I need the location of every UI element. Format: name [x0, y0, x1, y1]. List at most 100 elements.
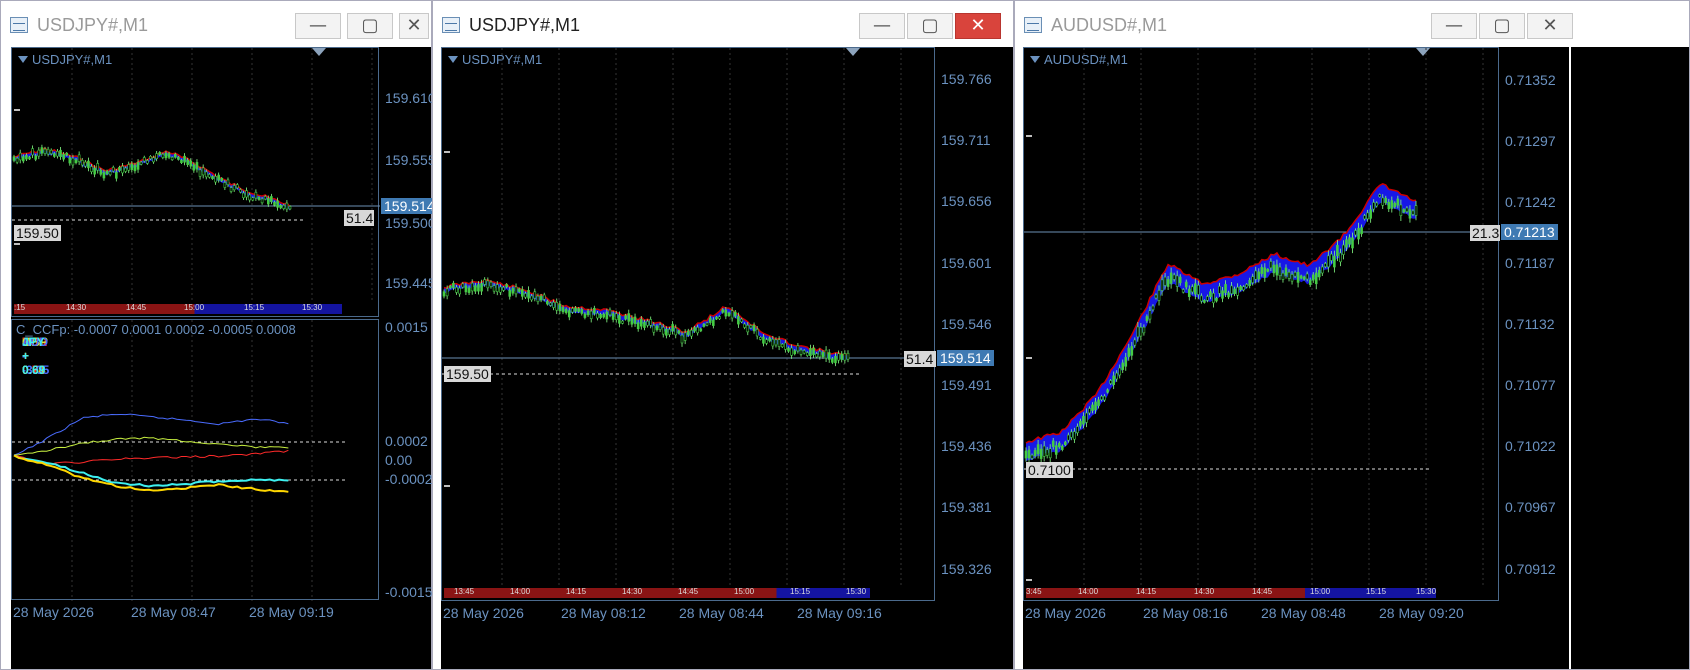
- price-axis-label: 159.436: [941, 438, 992, 454]
- chart-window-usdjpy-center[interactable]: USDJPY#,M1 — ▢ ✕ USDJPY#,M1 159.50 51.4 …: [432, 0, 1014, 670]
- session-strip: 3:45 14:00 14:15 14:30 14:45 15:00 15:15…: [1026, 587, 1437, 598]
- strip-time: 15:30: [846, 587, 867, 596]
- chart-window-usdjpy-left[interactable]: USDJPY#,M1 — ▢ ✕ USDJPY#,M1 159.50 51.4 …: [0, 0, 438, 670]
- chart-window-icon: [442, 17, 460, 33]
- price-axis-label: 159.555: [385, 152, 436, 168]
- price-panel[interactable]: USDJPY#,M1 159.50 51.4 13:45 14:00 14:15…: [441, 47, 936, 601]
- price-chart-svg: [12, 48, 380, 302]
- chart-window-icon: [1024, 17, 1042, 33]
- close-button[interactable]: ✕: [955, 13, 1001, 39]
- price-axis-label: 0.71297: [1505, 133, 1556, 149]
- indicator-panel[interactable]: C_CCFp: -0.0007 0.0001 0.0002 -0.0005 0.…: [11, 319, 379, 601]
- strip-time: 15:00: [1310, 587, 1331, 596]
- indicator-scale-label: -0.0015: [385, 584, 433, 600]
- strip-time: 15:15: [790, 587, 811, 596]
- session-strip: 13:45 14:00 14:15 14:30 14:45 15:00 15:1…: [444, 587, 870, 598]
- close-button[interactable]: ✕: [399, 13, 429, 39]
- strip-time: 14:30: [622, 587, 643, 596]
- maximize-button[interactable]: ▢: [907, 13, 953, 39]
- time-axis-label: 28 May 09:16: [797, 605, 882, 621]
- price-axis-label: 0.71187: [1505, 255, 1555, 271]
- price-axis-label: 159.491: [941, 377, 992, 393]
- chart-window-audusd[interactable]: AUDUSD#,M1 — ▢ ✕ AUDUSD#,M1 0.7100 21.3 …: [1014, 0, 1690, 670]
- price-axis-label: 159.500: [385, 215, 436, 231]
- time-axis-label: 28 May 09:19: [249, 604, 334, 620]
- indicator-value-label: 51.4: [344, 210, 374, 226]
- price-axis-label: 0.71022: [1505, 438, 1556, 454]
- indicator-scale-label: -0.0002: [385, 471, 433, 487]
- maximize-button[interactable]: ▢: [347, 13, 393, 39]
- time-axis-label: 28 May 2026: [443, 605, 524, 621]
- session-strip: :15 14:30 14:45 15:00 15:15 15:30: [14, 303, 342, 314]
- indicator-value-label: 21.3: [1470, 225, 1500, 241]
- strip-time: 3:45: [1026, 587, 1042, 596]
- strip-time: 15:00: [184, 303, 205, 312]
- chart-area[interactable]: USDJPY#,M1 159.50 51.4 13:45 14:00 14:15…: [441, 47, 1013, 669]
- current-price-label: 159.514: [937, 350, 994, 366]
- strip-time: 15:30: [302, 303, 323, 312]
- strip-time: 15:15: [1366, 587, 1387, 596]
- price-axis-label: 0.71077: [1505, 377, 1556, 393]
- price-axis-label: 0.70912: [1505, 561, 1556, 577]
- strip-time: 15:30: [1416, 587, 1437, 596]
- minimize-button[interactable]: —: [295, 13, 341, 39]
- price-axis-label: 159.546: [941, 316, 992, 332]
- strip-time: 15:00: [734, 587, 755, 596]
- strip-time: 14:00: [510, 587, 531, 596]
- price-axis-label: 159.381: [941, 499, 992, 515]
- indicator-chart-svg: [12, 320, 348, 601]
- price-axis-label: 159.610: [385, 90, 436, 106]
- maximize-button[interactable]: ▢: [1479, 13, 1525, 39]
- price-axis-label: 159.656: [941, 193, 992, 209]
- strip-time: 14:15: [1136, 587, 1157, 596]
- time-axis-label: 28 May 08:12: [561, 605, 646, 621]
- price-panel[interactable]: AUDUSD#,M1 0.7100 21.3 3:45 14:00 14:15 …: [1023, 47, 1500, 601]
- price-chart-svg: [442, 48, 936, 586]
- window-title: AUDUSD#,M1: [1051, 15, 1168, 35]
- price-axis-label: 159.326: [941, 561, 992, 577]
- price-panel[interactable]: USDJPY#,M1 159.50 51.4 :15 14:30 14:45 1…: [11, 47, 380, 317]
- minimize-button[interactable]: —: [1431, 13, 1477, 39]
- strip-time: 15:15: [244, 303, 265, 312]
- time-axis-label: 28 May 08:44: [679, 605, 764, 621]
- strip-time: 14:30: [66, 303, 87, 312]
- indicator-scale-label: 0.0002: [385, 433, 428, 449]
- chart-area[interactable]: AUDUSD#,M1 0.7100 21.3 3:45 14:00 14:15 …: [1023, 47, 1569, 669]
- time-axis-label: 28 May 08:16: [1143, 605, 1228, 621]
- strip-time: 13:45: [454, 587, 475, 596]
- current-price-label: 159.514: [381, 198, 438, 214]
- level-label: 159.50: [14, 225, 61, 241]
- price-axis-label: 0.70967: [1505, 499, 1556, 515]
- price-axis-label: 159.445: [385, 275, 436, 291]
- price-axis-label: 0.71352: [1505, 72, 1556, 88]
- price-axis-label: 159.601: [941, 255, 992, 271]
- indicator-scale-label: 0.00: [385, 452, 413, 468]
- chart-area[interactable]: USDJPY#,M1 159.50 51.4 :15 14:30 14:45 1…: [11, 47, 438, 669]
- time-axis-label: 28 May 2026: [1025, 605, 1106, 621]
- window-title: USDJPY#,M1: [469, 15, 581, 35]
- time-axis-label: 28 May 08:48: [1261, 605, 1346, 621]
- price-axis-label: 0.71242: [1505, 194, 1556, 210]
- chart-window-icon: [10, 17, 28, 33]
- close-button[interactable]: ✕: [1527, 13, 1573, 39]
- strip-time: 14:45: [1252, 587, 1273, 596]
- level-label: 159.50: [444, 366, 491, 382]
- indicator-scale-label: 0.0015: [385, 319, 428, 335]
- indicator-legend-item: JPY + 0.69: [22, 335, 46, 377]
- time-axis-label: 28 May 2026: [13, 604, 94, 620]
- window-titlebar[interactable]: AUDUSD#,M1 — ▢ ✕: [1015, 1, 1689, 47]
- indicator-value-label: 51.4: [904, 351, 936, 367]
- time-axis-label: 28 May 08:47: [131, 604, 216, 620]
- minimize-button[interactable]: —: [859, 13, 905, 39]
- strip-time: 14:45: [126, 303, 147, 312]
- strip-time: 14:30: [1194, 587, 1215, 596]
- window-titlebar[interactable]: USDJPY#,M1 — ▢ ✕: [433, 1, 1013, 47]
- window-right-gutter: [1571, 47, 1689, 669]
- strip-time: :15: [14, 303, 26, 312]
- price-axis-label: 159.711: [941, 132, 991, 148]
- current-price-label: 0.71213: [1501, 224, 1558, 240]
- window-titlebar[interactable]: USDJPY#,M1 — ▢ ✕: [1, 1, 431, 47]
- strip-time: 14:45: [678, 587, 699, 596]
- level-label: 0.7100: [1026, 462, 1073, 478]
- price-axis-label: 0.71132: [1505, 316, 1555, 332]
